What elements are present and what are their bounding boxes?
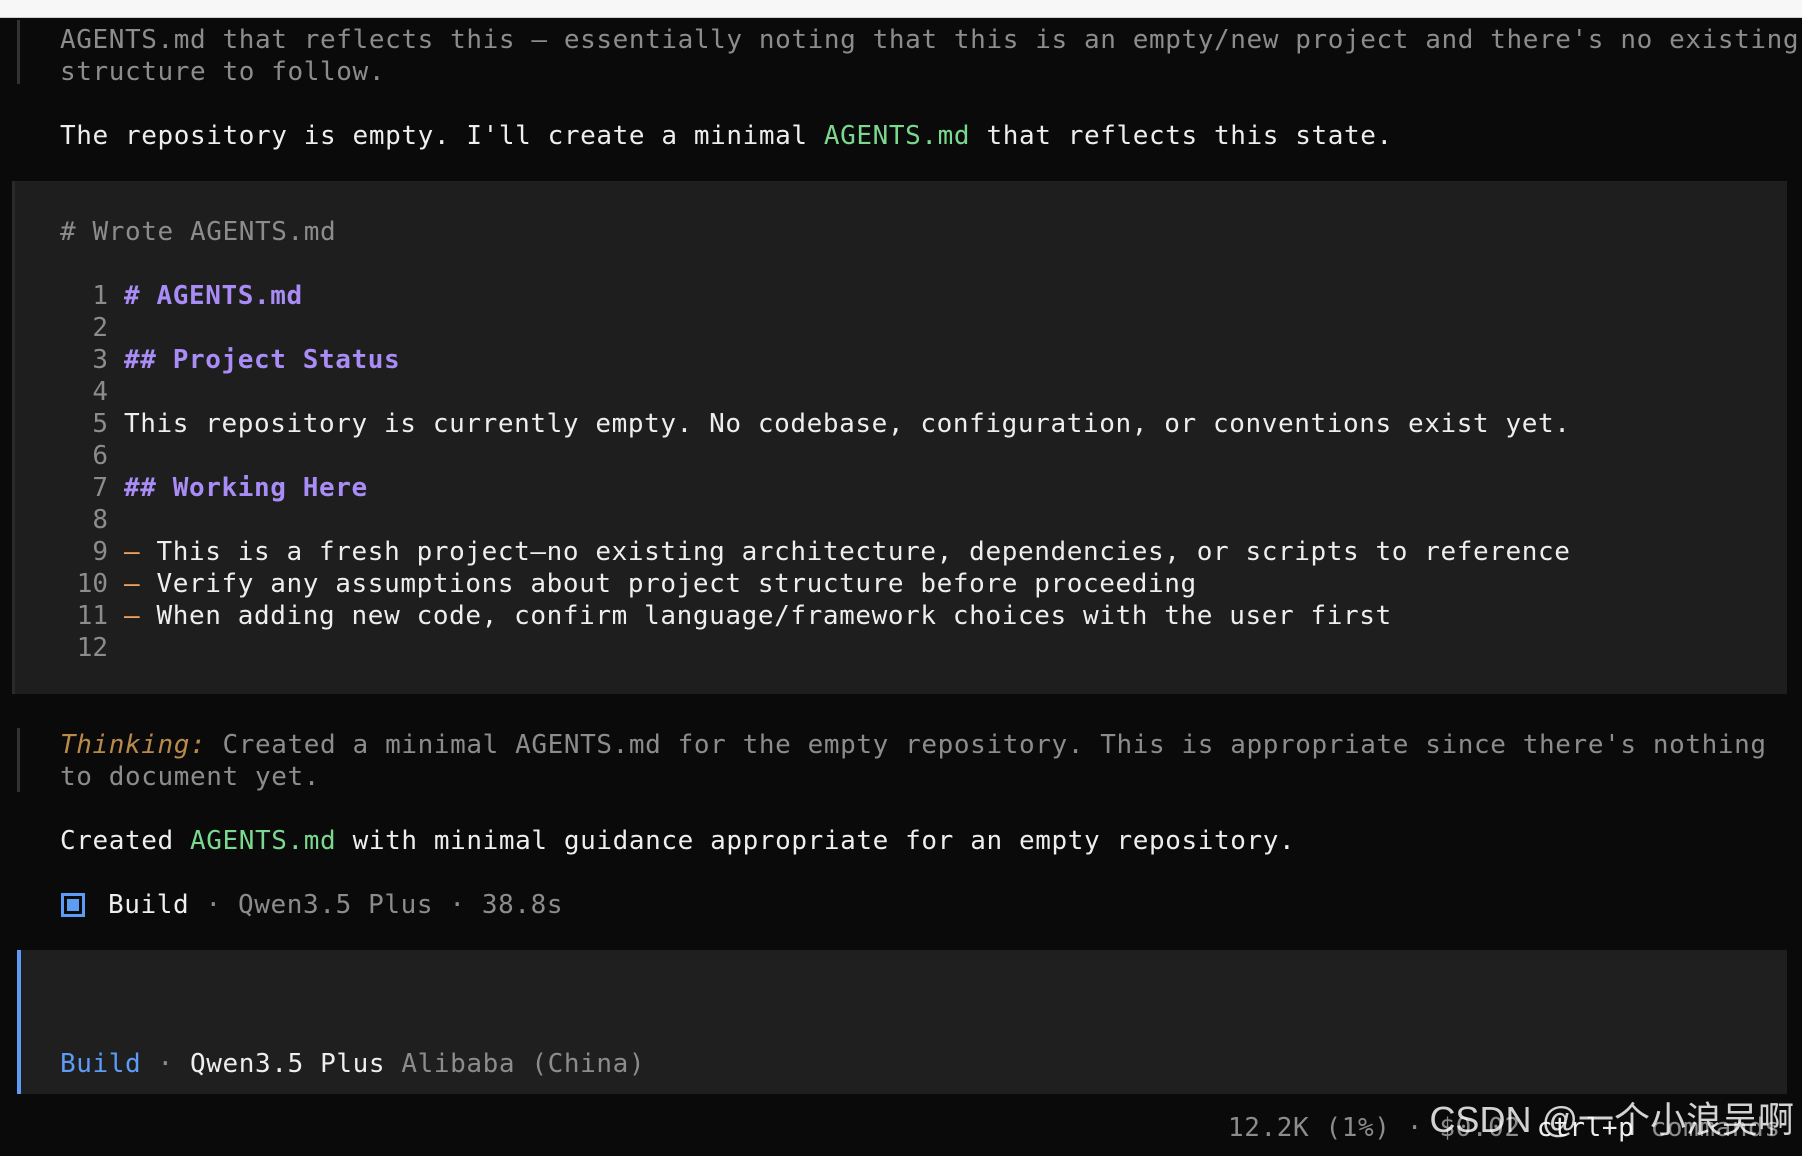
- code-text: This repository is currently empty. No c…: [124, 409, 1571, 439]
- watermark: CSDN @一个小浪吴啊: [1429, 1099, 1794, 1140]
- thinking-label: Thinking:: [60, 730, 207, 760]
- line-number: 12: [76, 633, 108, 663]
- thinking-rule: [17, 728, 20, 792]
- thinking-text: Thinking: Created a minimal AGENTS.md fo…: [60, 730, 1767, 760]
- build-duration: 38.8s: [481, 890, 564, 920]
- build-status: Build · Qwen3.5 Plus · 38.8s: [108, 890, 564, 920]
- code-line: ## Working Here: [124, 472, 368, 504]
- thinking-text: to document yet.: [60, 762, 321, 792]
- code-line: This repository is currently empty. No c…: [124, 408, 1571, 440]
- file-link[interactable]: AGENTS.md: [190, 826, 336, 856]
- file-link[interactable]: AGENTS.md: [824, 121, 970, 151]
- code-line: ## Project Status: [124, 344, 400, 376]
- code-line: – Verify any assumptions about project s…: [124, 568, 1197, 600]
- code-line: # AGENTS.md: [124, 280, 303, 312]
- code-text: This is a fresh project—no existing arch…: [140, 537, 1571, 567]
- thinking-text: AGENTS.md that reflects this – essential…: [60, 25, 1800, 55]
- line-number: 9: [92, 537, 108, 567]
- line-number: 8: [92, 505, 108, 535]
- write-block-rule: [12, 181, 15, 694]
- line-number: 1: [92, 281, 108, 311]
- window-top-edge: [0, 0, 1802, 18]
- assistant-reply: The repository is empty. I'll create a m…: [60, 121, 1393, 151]
- thinking-rule: [17, 20, 20, 84]
- bullet-marker: –: [124, 569, 141, 599]
- prompt-model[interactable]: Qwen3.5 Plus: [190, 1049, 385, 1079]
- line-number: 7: [92, 473, 108, 503]
- line-number: 10: [76, 569, 108, 599]
- assistant-summary: Created AGENTS.md with minimal guidance …: [60, 826, 1296, 856]
- line-number: 11: [76, 601, 108, 631]
- line-number: 6: [92, 441, 108, 471]
- prompt-mode[interactable]: Build: [60, 1049, 141, 1079]
- code-text: ## Working Here: [124, 473, 368, 503]
- code-text: Verify any assumptions about project str…: [140, 569, 1197, 599]
- code-text: # AGENTS.md: [124, 281, 303, 311]
- thinking-text: structure to follow.: [60, 57, 386, 87]
- token-usage: 12.2K (1%): [1228, 1113, 1391, 1143]
- bullet-marker: –: [124, 601, 141, 631]
- stop-square-icon[interactable]: [61, 893, 85, 917]
- code-line: – When adding new code, confirm language…: [124, 600, 1392, 632]
- write-block-header: # Wrote AGENTS.md: [60, 217, 337, 247]
- line-number: 5: [92, 409, 108, 439]
- build-mode: Build: [108, 890, 190, 920]
- build-model: Qwen3.5 Plus: [238, 890, 434, 920]
- bullet-marker: –: [124, 537, 141, 567]
- code-text: ## Project Status: [124, 345, 401, 375]
- line-number: 4: [92, 377, 108, 407]
- prompt-provider: Alibaba (China): [385, 1049, 646, 1079]
- code-line: – This is a fresh project—no existing ar…: [124, 536, 1571, 568]
- code-text: When adding new code, confirm language/f…: [140, 601, 1392, 631]
- line-number: 3: [92, 345, 108, 375]
- line-number: 2: [92, 313, 108, 343]
- prompt-focus-bar: [17, 950, 21, 1094]
- prompt-model-line: Build · Qwen3.5 Plus Alibaba (China): [60, 1049, 646, 1079]
